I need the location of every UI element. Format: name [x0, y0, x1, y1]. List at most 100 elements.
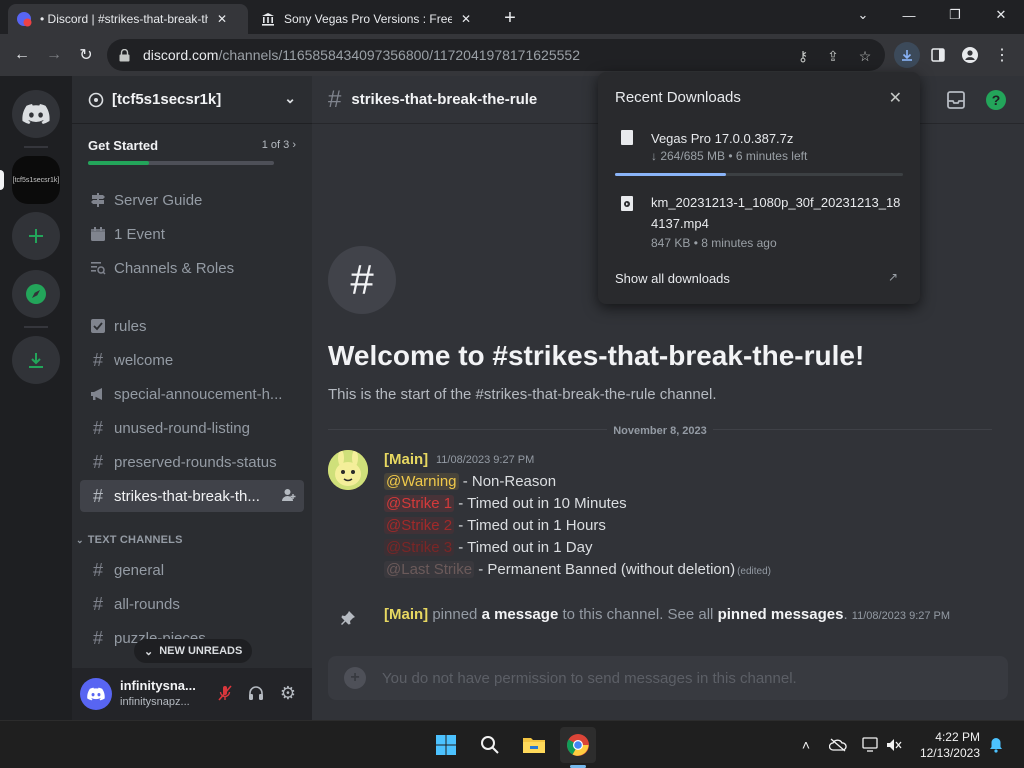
download-item[interactable]: km_20231213-1_1080p_30f_20231213_184137.… [615, 192, 905, 252]
discord-red-badge-icon [16, 11, 32, 27]
tab-sony-vegas[interactable]: Sony Vegas Pro Versions : Free D ✕ [252, 4, 492, 34]
download-progress-fill [615, 173, 726, 176]
channel-preserved-rounds-status[interactable]: # preserved-rounds-status [80, 446, 304, 478]
server-header[interactable]: [tcf5s1secsr1k] ⌄ [72, 76, 312, 124]
server-icon-tcf5s1secsr1k[interactable]: [tcf5s1secsr1k] [12, 156, 60, 204]
minimize-icon[interactable]: — [886, 0, 932, 30]
user-panel: infinitysna... infinitysnapz... ⚙ [72, 668, 312, 720]
downloads-icon[interactable] [894, 42, 920, 68]
chrome-menu-icon[interactable]: ⋮ [989, 42, 1015, 68]
get-started-progress[interactable]: Get Started 1 of 3 › [88, 138, 296, 165]
settings-gear-icon[interactable]: ⚙ [277, 682, 299, 704]
channel-label: strikes-that-break-th... [114, 487, 260, 505]
server-name: [tcf5s1secsr1k] [112, 91, 222, 108]
show-all-downloads-link[interactable]: Show all downloads [615, 271, 730, 286]
pinned-messages-link[interactable]: pinned messages [718, 606, 844, 623]
server-list-separator [24, 146, 48, 148]
channel-welcome[interactable]: # welcome [80, 344, 304, 376]
hash-icon: # [92, 593, 103, 614]
rules-checkbox-icon [88, 316, 108, 336]
channel-special-announcement[interactable]: special-annoucement-h... [80, 378, 304, 410]
download-apps-icon[interactable] [12, 336, 60, 384]
channel-all-rounds[interactable]: # all-rounds [80, 588, 304, 620]
bookmark-star-icon[interactable]: ☆ [855, 46, 875, 66]
close-tab-icon[interactable]: ✕ [458, 11, 474, 27]
new-tab-button[interactable]: + [498, 6, 522, 30]
taskbar-clock[interactable]: 4:22 PM 12/13/2023 [912, 729, 980, 761]
windows-start-icon[interactable] [428, 727, 464, 763]
inbox-icon[interactable] [944, 88, 968, 112]
close-window-icon[interactable]: ✕ [978, 0, 1024, 30]
mute-mic-icon[interactable] [214, 682, 236, 704]
close-tab-icon[interactable]: ✕ [214, 11, 230, 27]
volume-muted-icon[interactable] [884, 735, 904, 755]
channel-hash-large-icon: # [328, 246, 396, 314]
hash-icon: # [92, 417, 103, 438]
discord-home-icon[interactable] [12, 90, 60, 138]
role-mention[interactable]: @Last Strike [384, 561, 475, 578]
pin-notice: [Main] pinned a message to this channel.… [384, 606, 950, 623]
role-mention[interactable]: @Strike 3 [384, 539, 455, 556]
pin-author[interactable]: [Main] [384, 606, 428, 623]
calendar-icon [88, 224, 108, 244]
get-started-count: 1 of 3 [261, 139, 290, 151]
chrome-taskbar-icon[interactable] [560, 727, 596, 763]
browser-toolbar: ← → ↻ discord.com/channels/1165858434097… [0, 34, 1024, 76]
key-icon[interactable]: ⚷ [793, 46, 813, 66]
welcome-subtitle: This is the start of the #strikes-that-b… [328, 386, 717, 403]
category-text-channels[interactable]: ⌄ TEXT CHANNELS [76, 534, 183, 546]
message-avatar[interactable] [328, 450, 368, 490]
back-arrow-icon[interactable]: ← [9, 42, 35, 68]
explore-servers-compass-icon[interactable] [12, 270, 60, 318]
role-mention[interactable]: @Warning [384, 473, 459, 490]
channel-rules[interactable]: rules [80, 310, 304, 342]
lock-icon[interactable] [119, 48, 133, 62]
windows-taskbar: ˄ 4:22 PM 12/13/2023 [0, 720, 1024, 768]
clock-time: 4:22 PM [935, 730, 980, 744]
help-icon[interactable]: ? [984, 88, 1008, 112]
headphones-icon[interactable] [245, 682, 267, 704]
search-icon[interactable] [472, 727, 508, 763]
channel-strikes-selected[interactable]: # strikes-that-break-th... [80, 480, 304, 512]
reload-icon[interactable]: ↻ [73, 42, 99, 68]
message-author[interactable]: [Main] [384, 451, 428, 468]
pinned-message-link[interactable]: a message [482, 606, 559, 623]
hash-icon: # [92, 627, 103, 648]
network-icon[interactable] [860, 735, 880, 755]
sidebar-item-channels-roles[interactable]: Channels & Roles [80, 252, 304, 284]
add-member-icon[interactable] [282, 488, 296, 505]
new-unreads-pill[interactable]: ⌄ NEW UNREADS [134, 639, 253, 663]
onedrive-off-icon[interactable] [828, 735, 848, 755]
channel-general[interactable]: # general [80, 554, 304, 586]
address-bar[interactable]: discord.com/channels/1165858434097356800… [107, 39, 885, 71]
svg-text:?: ? [992, 92, 1001, 108]
side-panel-icon[interactable] [925, 42, 951, 68]
tab-discord[interactable]: • Discord | #strikes-that-break-the ✕ [8, 4, 248, 34]
username[interactable]: infinitysna... [120, 678, 196, 693]
add-server-icon[interactable] [12, 212, 60, 260]
channel-unused-round-listing[interactable]: # unused-round-listing [80, 412, 304, 444]
archive-building-icon [260, 11, 276, 27]
sidebar-item-server-guide[interactable]: Server Guide [80, 184, 304, 216]
sidebar-item-event[interactable]: 1 Event [80, 218, 304, 250]
profile-icon[interactable] [957, 42, 983, 68]
forward-arrow-icon[interactable]: → [41, 42, 67, 68]
share-icon[interactable]: ⇪ [823, 46, 843, 66]
close-icon[interactable]: ✕ [889, 88, 902, 108]
avatar[interactable] [80, 678, 112, 710]
notification-bell-icon[interactable] [986, 735, 1006, 755]
tab-title: • Discord | #strikes-that-break-the [40, 12, 208, 26]
message-timestamp: 11/08/2023 9:27 PM [436, 454, 535, 466]
download-item[interactable]: Vegas Pro 17.0.0.387.7z ↓ 264/685 MB • 6… [615, 128, 905, 168]
channel-label: special-annoucement-h... [114, 385, 283, 403]
chevron-up-icon[interactable]: ˄ [796, 735, 816, 755]
file-explorer-icon[interactable] [516, 727, 552, 763]
role-mention[interactable]: @Strike 1 [384, 495, 455, 512]
restore-icon[interactable]: ❐ [932, 0, 978, 30]
tab-search-chevron-icon[interactable]: ⌄ [840, 0, 886, 30]
chevron-down-icon[interactable]: ⌄ [284, 90, 296, 107]
sidebar-item-label: Channels & Roles [114, 259, 235, 277]
external-link-icon[interactable]: ↗ [888, 270, 898, 284]
download-progress-bar [615, 173, 903, 176]
role-mention[interactable]: @Strike 2 [384, 517, 455, 534]
